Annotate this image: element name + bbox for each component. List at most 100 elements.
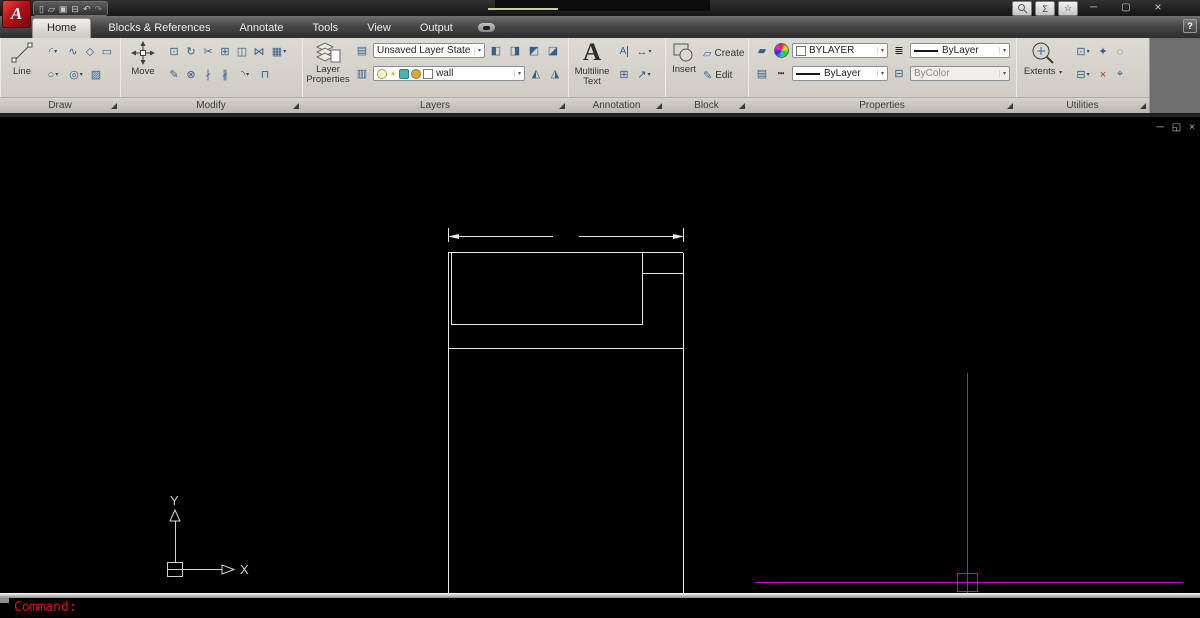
annotation-panel-title[interactable]: Annotation <box>568 97 665 113</box>
circle-button[interactable]: ○ ▾ <box>42 66 64 83</box>
rotate-button[interactable]: ↻ <box>183 43 199 60</box>
doc-minimize-button[interactable]: ─ <box>1157 123 1164 133</box>
layer-freeze-sun-icon[interactable]: ☀ <box>389 69 397 78</box>
doc-restore-button[interactable]: ◱ <box>1172 123 1181 133</box>
insert-button[interactable]: Insert <box>669 41 699 75</box>
object-color-combo[interactable]: BYLAYER ▾ <box>792 43 888 58</box>
copy-clip-button[interactable]: ⊡ ▾ <box>1072 43 1094 60</box>
layer-previous-button[interactable]: ▥ <box>354 65 370 82</box>
command-line-grip[interactable] <box>0 598 9 603</box>
dimension-line[interactable] <box>448 228 684 242</box>
block-edit-row[interactable]: ✎ Edit <box>703 69 732 82</box>
array-button[interactable]: ▦ ▾ <box>268 43 290 60</box>
tab-output[interactable]: Output <box>408 19 465 38</box>
break-button[interactable]: ∤ <box>200 66 216 83</box>
app-logo[interactable]: A <box>2 0 31 28</box>
new-icon[interactable]: ▯ <box>39 3 44 15</box>
modify-panel-title[interactable]: Modify <box>120 97 302 113</box>
minimize-button[interactable]: ─ <box>1090 1 1097 14</box>
layer-state-manager-button[interactable]: ▤ <box>354 42 370 59</box>
match-properties-button[interactable]: ▰ <box>754 42 770 59</box>
panel-expand-icon[interactable] <box>656 103 662 109</box>
join-button[interactable]: ⊓ <box>257 66 273 83</box>
plot-style-button[interactable]: ⊟ <box>891 65 907 82</box>
wall-drawing[interactable] <box>448 228 684 593</box>
layer-on-icon[interactable] <box>377 68 387 79</box>
zoom-extents-button[interactable]: Extents ▾ <box>1021 41 1065 78</box>
panel-expand-icon[interactable] <box>1007 103 1013 109</box>
ribbon-minimize-toggle[interactable] <box>477 23 495 32</box>
rectangle-button[interactable]: ▭ <box>99 43 115 60</box>
break-at-point-button[interactable]: ∦ <box>217 66 233 83</box>
layer-change-button[interactable]: ◮ <box>547 65 563 82</box>
layer-unisolate-button[interactable]: ◨ <box>507 42 523 59</box>
lineweight-combo[interactable]: ByLayer ▾ <box>910 43 1010 58</box>
trim-button[interactable]: ✂ <box>200 43 216 60</box>
maximize-button[interactable]: ▢ <box>1121 1 1130 14</box>
search-button[interactable] <box>1012 1 1032 16</box>
block-create-row[interactable]: ▱ Create <box>703 47 744 60</box>
close-button[interactable]: × <box>1155 1 1162 14</box>
linetype-combo[interactable]: ByLayer ▾ <box>792 66 888 81</box>
panel-expand-icon[interactable] <box>1140 103 1146 109</box>
open-icon[interactable]: ▱ <box>48 3 55 15</box>
layer-combo[interactable]: ☀ wall ▾ <box>373 66 525 81</box>
layer-match-button[interactable]: ◭ <box>528 65 544 82</box>
redo-icon[interactable]: ↷ <box>94 3 102 15</box>
plot-icon[interactable]: ⊟ <box>71 3 79 15</box>
quick-select-button[interactable]: ✦ <box>1095 43 1111 60</box>
panel-expand-icon[interactable] <box>559 103 565 109</box>
properties-panel-title[interactable]: Properties <box>748 97 1016 113</box>
layer-lock-state-icon[interactable] <box>399 68 410 79</box>
polygon-button[interactable]: ◇ <box>82 43 98 60</box>
layer-state-combo[interactable]: Unsaved Layer State ▾ <box>373 43 485 58</box>
measure-button[interactable]: ⌖ <box>1112 66 1128 83</box>
dimension-button[interactable]: ↔ ▾ <box>633 43 655 60</box>
stretch-button[interactable]: ◫ <box>234 43 250 60</box>
tab-tools[interactable]: Tools <box>301 19 351 38</box>
undo-icon[interactable]: ↶ <box>83 3 91 15</box>
paste-button[interactable]: ⊟ ▾ <box>1072 66 1094 83</box>
drawing-canvas[interactable]: Y X <box>0 117 1200 593</box>
panel-expand-icon[interactable] <box>293 103 299 109</box>
line-button[interactable]: Line <box>3 41 41 77</box>
mirror-button[interactable]: ⋈ <box>251 43 267 60</box>
tab-annotate[interactable]: Annotate <box>227 19 295 38</box>
layer-plot-icon[interactable] <box>411 68 422 79</box>
help-button[interactable]: ? <box>1183 19 1197 33</box>
layers-panel-title[interactable]: Layers <box>302 97 568 113</box>
command-line[interactable]: Command: <box>0 598 1200 618</box>
lineweight-button[interactable]: ≣ <box>891 42 907 59</box>
tab-blocks-references[interactable]: Blocks & References <box>96 19 222 38</box>
wall-outline[interactable] <box>448 252 684 594</box>
color-wheel-button[interactable] <box>773 42 789 59</box>
erase-button[interactable]: ✎ <box>166 66 182 83</box>
communication-center-button[interactable]: Σ <box>1035 1 1055 16</box>
linetype-button[interactable]: ┅ <box>773 65 789 82</box>
inner-room[interactable] <box>451 253 684 325</box>
move-button[interactable]: Move <box>125 41 161 77</box>
polyline-button[interactable]: ∿ <box>65 43 81 60</box>
doc-close-button[interactable]: × <box>1189 123 1195 133</box>
table-button[interactable]: ⊞ <box>616 66 632 83</box>
tab-home[interactable]: Home <box>32 18 92 38</box>
panel-expand-icon[interactable] <box>739 103 745 109</box>
hatch-button[interactable]: ▨ <box>88 66 104 83</box>
properties-list-button[interactable]: ▤ <box>754 65 770 82</box>
utilities-panel-title[interactable]: Utilities <box>1016 97 1149 113</box>
arc-button[interactable]: ◜ ▾ <box>42 43 64 60</box>
layer-properties-button[interactable]: Layer Properties <box>305 41 351 85</box>
drawing-area[interactable]: ─ ◱ × Y X <box>0 115 1200 593</box>
erase-utility-button[interactable]: × <box>1095 66 1111 83</box>
multiline-text-button[interactable]: A Multiline Text <box>571 40 613 87</box>
copy-button[interactable]: ⊡ <box>166 43 182 60</box>
select-all-button[interactable]: ◌ <box>1112 43 1128 60</box>
save-icon[interactable]: ▣ <box>59 3 68 15</box>
tab-view[interactable]: View <box>355 19 403 38</box>
layer-freeze-button[interactable]: ◩ <box>526 42 542 59</box>
panel-expand-icon[interactable] <box>111 103 117 109</box>
leader-button[interactable]: ↗ ▾ <box>633 66 655 83</box>
layer-isolate-button[interactable]: ◧ <box>488 42 504 59</box>
layer-lock-button[interactable]: ◪ <box>545 42 561 59</box>
edit-text-button[interactable]: A <box>616 43 632 60</box>
